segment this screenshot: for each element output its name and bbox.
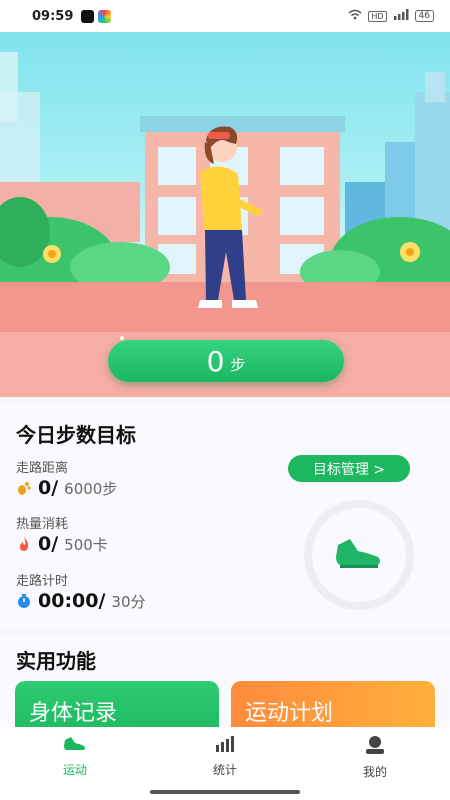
timer-target: 30分	[111, 592, 146, 611]
calorie-current: 0/	[38, 533, 59, 555]
home-indicator[interactable]	[150, 790, 300, 794]
wifi-icon	[348, 9, 362, 23]
goal-manage-button[interactable]: 目标管理 >	[288, 455, 410, 482]
nav-label-profile: 我的	[362, 765, 387, 779]
nav-label-stats: 统计	[212, 763, 237, 777]
progress-ring	[304, 500, 414, 610]
status-bar: 09:59 HD 46	[0, 0, 450, 32]
distance-current: 0/	[38, 477, 59, 499]
calorie-label: 热量消耗	[16, 517, 69, 532]
distance-label: 走路距离	[16, 461, 69, 476]
app-icon	[98, 9, 112, 23]
timer-label: 走路计时	[16, 574, 69, 589]
battery-indicator: 46	[414, 10, 434, 22]
bar-chart-icon	[214, 735, 236, 757]
goal-title: 今日步数目标	[16, 423, 136, 447]
body-record-card[interactable]: 身体记录	[15, 681, 219, 727]
profile-icon	[364, 735, 386, 759]
signal-icon	[393, 9, 409, 23]
daily-goal-card: 今日步数目标 目标管理 > 走路距离 0/ 6000步 热量消耗 0/ 500卡…	[0, 405, 450, 627]
step-unit: 步	[230, 355, 246, 374]
calorie-target: 500卡	[64, 535, 108, 554]
functions-title: 实用功能	[16, 649, 96, 673]
timer-icon	[16, 593, 32, 609]
nav-item-exercise[interactable]: 运动	[0, 727, 150, 800]
timer-current: 00:00/	[38, 590, 106, 612]
sneaker-icon	[63, 735, 87, 757]
calorie-row: 0/ 500卡	[16, 533, 108, 555]
distance-row: 0/ 6000步	[16, 477, 117, 499]
nav-label-exercise: 运动	[62, 763, 87, 777]
distance-target: 6000步	[64, 479, 118, 498]
step-counter-button[interactable]: 0 步	[108, 340, 344, 382]
status-time: 09:59	[32, 8, 74, 24]
tiktok-icon	[81, 9, 95, 23]
network-badge: HD	[368, 10, 387, 22]
step-count: 0	[206, 344, 225, 378]
exercise-plan-card[interactable]: 运动计划	[231, 681, 435, 727]
flame-icon	[16, 536, 32, 552]
timer-row: 00:00/ 30分	[16, 590, 146, 612]
footprint-icon	[16, 480, 32, 496]
functions-section: 实用功能 身体记录 运动计划	[0, 635, 450, 727]
nav-item-profile[interactable]: 我的	[300, 727, 450, 800]
sneaker-icon	[334, 535, 384, 575]
hero-banner: 0 步	[0, 32, 450, 397]
